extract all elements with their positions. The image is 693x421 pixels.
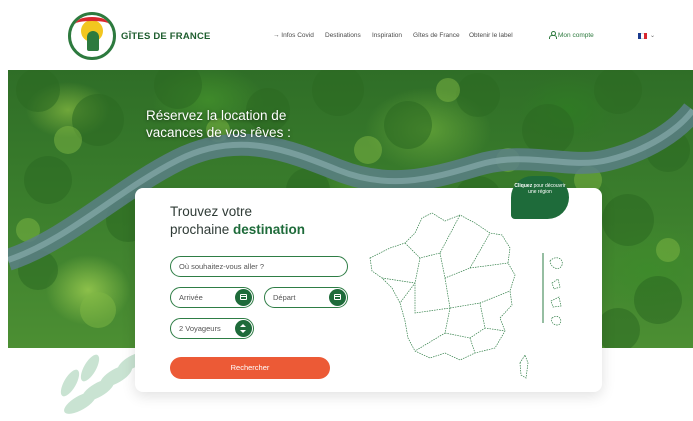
card-title-line1: Trouvez votre	[170, 204, 253, 219]
logo-person-icon	[87, 31, 99, 51]
arrival-date-field[interactable]: Arrivée	[170, 287, 254, 308]
search-button[interactable]: Rechercher	[170, 357, 330, 379]
account-label: Mon compte	[558, 32, 594, 39]
arrival-placeholder: Arrivée	[179, 293, 203, 302]
nav-inspiration[interactable]: Inspiration	[372, 32, 402, 39]
departure-date-field[interactable]: Départ	[264, 287, 348, 308]
nav-destinations[interactable]: Destinations	[325, 32, 361, 39]
departure-calendar-button[interactable]	[329, 289, 346, 306]
language-selector[interactable]: ⌄	[638, 32, 656, 40]
logo-roof-icon	[75, 17, 109, 31]
site-header: GÎTES DE FRANCE → Infos Covid Destinatio…	[0, 0, 693, 70]
travelers-field[interactable]: 2 Voyageurs	[170, 318, 254, 339]
france-region-map[interactable]	[360, 203, 590, 383]
french-flag-icon	[638, 33, 647, 39]
hero-title: Réservez la location de vacances de vos …	[146, 108, 291, 140]
card-title-accent: destination	[233, 222, 306, 237]
brand-name[interactable]: GÎTES DE FRANCE	[121, 31, 211, 42]
card-title-line2: prochaine	[170, 222, 234, 237]
destination-input[interactable]: Où souhaitez-vous aller ?	[170, 256, 348, 277]
chevron-down-icon	[240, 330, 246, 333]
departure-placeholder: Départ	[273, 293, 296, 302]
map-hint-text: pour découvrir une région	[528, 183, 566, 195]
calendar-icon	[240, 294, 247, 300]
nav-gites-de-france[interactable]: Gîtes de France	[413, 32, 460, 39]
arrival-calendar-button[interactable]	[235, 289, 252, 306]
nav-infos-covid[interactable]: → Infos Covid	[273, 32, 314, 39]
calendar-icon	[334, 294, 341, 300]
travelers-value: 2 Voyageurs	[179, 324, 221, 333]
search-card-title: Trouvez votre prochaine destination	[170, 203, 305, 239]
travelers-stepper[interactable]	[235, 320, 252, 337]
nav-obtenir-le-label[interactable]: Obtenir le label	[469, 32, 513, 39]
gites-de-france-logo[interactable]	[68, 12, 116, 60]
user-icon	[549, 31, 557, 39]
account-link[interactable]: Mon compte	[549, 31, 594, 39]
map-hint-bubble: Cliquez pour découvrir une région	[511, 176, 569, 219]
destination-placeholder: Où souhaitez-vous aller ?	[179, 262, 265, 271]
chevron-up-icon	[240, 324, 246, 327]
chevron-down-icon: ⌄	[650, 33, 656, 39]
